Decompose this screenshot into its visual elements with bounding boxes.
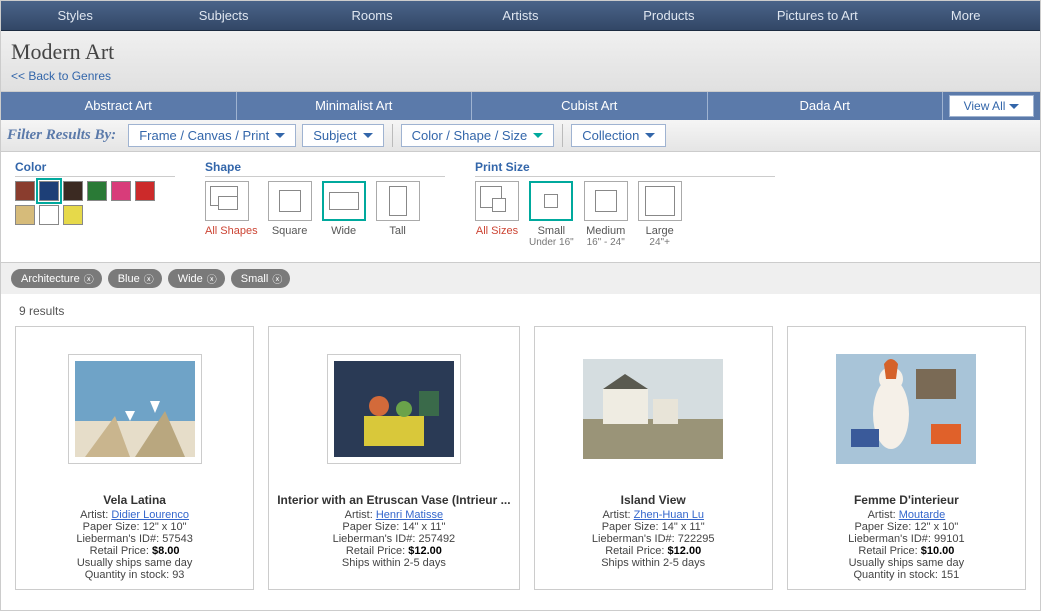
- size-heading: Print Size: [475, 160, 775, 177]
- filter-frame-canvas-print[interactable]: Frame / Canvas / Print: [128, 124, 296, 147]
- shape-all[interactable]: All Shapes: [205, 181, 258, 237]
- swatch-white[interactable]: [39, 205, 59, 225]
- chevron-down-icon: [645, 133, 655, 138]
- chip-blue[interactable]: Blueⓧ: [108, 269, 162, 288]
- close-icon: ⓧ: [207, 271, 217, 286]
- view-all-label: View All: [964, 96, 1006, 116]
- divider: [392, 124, 393, 147]
- shape-heading: Shape: [205, 160, 445, 177]
- artist-link[interactable]: Didier Lourenco: [111, 509, 189, 521]
- product-thumb: [543, 339, 764, 479]
- subnav-dada[interactable]: Dada Art: [708, 92, 944, 120]
- chevron-down-icon: [275, 133, 285, 138]
- close-icon: ⓧ: [84, 271, 94, 286]
- close-icon: ⓧ: [144, 271, 154, 286]
- size-large[interactable]: Large24"+: [638, 181, 682, 248]
- size-filter: Print Size All Sizes SmallUnder 16" Medi…: [475, 160, 775, 248]
- sub-nav: Abstract Art Minimalist Art Cubist Art D…: [1, 92, 1040, 120]
- top-nav: Styles Subjects Rooms Artists Products P…: [1, 1, 1040, 31]
- subnav-abstract[interactable]: Abstract Art: [1, 92, 237, 120]
- product-title: Interior with an Etruscan Vase (Intrieur…: [277, 493, 510, 507]
- subnav-minimalist[interactable]: Minimalist Art: [237, 92, 473, 120]
- product-title: Femme D'interieur: [796, 493, 1017, 507]
- results-count: 9 results: [19, 304, 1026, 318]
- filter-panel: Color Shape All Shapes Square Wide Tall: [1, 152, 1040, 263]
- view-all-button[interactable]: View All: [949, 95, 1034, 117]
- swatch-green[interactable]: [87, 181, 107, 201]
- product-grid: Vela Latina Artist: Didier Lourenco Pape…: [15, 326, 1026, 590]
- artist-link[interactable]: Zhen-Huan Lu: [634, 509, 704, 521]
- active-filters: Architectureⓧ Blueⓧ Wideⓧ Smallⓧ: [1, 263, 1040, 294]
- chip-small[interactable]: Smallⓧ: [231, 269, 291, 288]
- size-all[interactable]: All Sizes: [475, 181, 519, 248]
- swatch-red[interactable]: [135, 181, 155, 201]
- chevron-down-icon: [363, 133, 373, 138]
- artist-link[interactable]: Henri Matisse: [376, 509, 443, 521]
- product-title: Island View: [543, 493, 764, 507]
- artist-link[interactable]: Moutarde: [899, 509, 945, 521]
- shape-wide[interactable]: Wide: [322, 181, 366, 237]
- divider: [562, 124, 563, 147]
- filter-color-shape-size[interactable]: Color / Shape / Size: [401, 124, 555, 147]
- nav-pictures-to-art[interactable]: Pictures to Art: [743, 8, 891, 23]
- subnav-cubist[interactable]: Cubist Art: [472, 92, 708, 120]
- nav-styles[interactable]: Styles: [1, 8, 149, 23]
- nav-products[interactable]: Products: [595, 8, 743, 23]
- chip-wide[interactable]: Wideⓧ: [168, 269, 225, 288]
- filter-row: Filter Results By: Frame / Canvas / Prin…: [1, 120, 1040, 152]
- size-small[interactable]: SmallUnder 16": [529, 181, 574, 248]
- nav-artists[interactable]: Artists: [446, 8, 594, 23]
- shape-filter: Shape All Shapes Square Wide Tall: [205, 160, 445, 248]
- color-heading: Color: [15, 160, 175, 177]
- product-card[interactable]: Island View Artist: Zhen-Huan Lu Paper S…: [534, 326, 773, 590]
- chevron-down-icon: [1009, 104, 1019, 109]
- page-title: Modern Art: [11, 39, 1040, 65]
- nav-more[interactable]: More: [892, 8, 1040, 23]
- product-card[interactable]: Interior with an Etruscan Vase (Intrieur…: [268, 326, 519, 590]
- swatch-blue[interactable]: [39, 181, 59, 201]
- close-icon: ⓧ: [272, 271, 282, 286]
- swatch-dark-brown[interactable]: [63, 181, 83, 201]
- color-filter: Color: [15, 160, 175, 248]
- size-medium[interactable]: Medium16" - 24": [584, 181, 628, 248]
- results: 9 results Vela Latina Artist: Didier Lou…: [1, 294, 1040, 610]
- nav-rooms[interactable]: Rooms: [298, 8, 446, 23]
- shape-tall[interactable]: Tall: [376, 181, 420, 237]
- swatch-yellow[interactable]: [63, 205, 83, 225]
- product-thumb: [796, 339, 1017, 479]
- title-bar: Modern Art << Back to Genres: [1, 31, 1040, 92]
- product-thumb: [277, 339, 510, 479]
- filter-subject[interactable]: Subject: [302, 124, 383, 147]
- shape-square[interactable]: Square: [268, 181, 312, 237]
- product-card[interactable]: Femme D'interieur Artist: Moutarde Paper…: [787, 326, 1026, 590]
- product-card[interactable]: Vela Latina Artist: Didier Lourenco Pape…: [15, 326, 254, 590]
- nav-subjects[interactable]: Subjects: [149, 8, 297, 23]
- swatch-tan[interactable]: [15, 205, 35, 225]
- product-thumb: [24, 339, 245, 479]
- chevron-down-icon: [533, 133, 543, 138]
- back-to-genres-link[interactable]: << Back to Genres: [11, 69, 111, 83]
- color-swatches: [15, 181, 175, 225]
- swatch-brown[interactable]: [15, 181, 35, 201]
- chip-architecture[interactable]: Architectureⓧ: [11, 269, 102, 288]
- product-title: Vela Latina: [24, 493, 245, 507]
- filter-collection[interactable]: Collection: [571, 124, 666, 147]
- swatch-pink[interactable]: [111, 181, 131, 201]
- filter-results-label: Filter Results By:: [7, 127, 116, 144]
